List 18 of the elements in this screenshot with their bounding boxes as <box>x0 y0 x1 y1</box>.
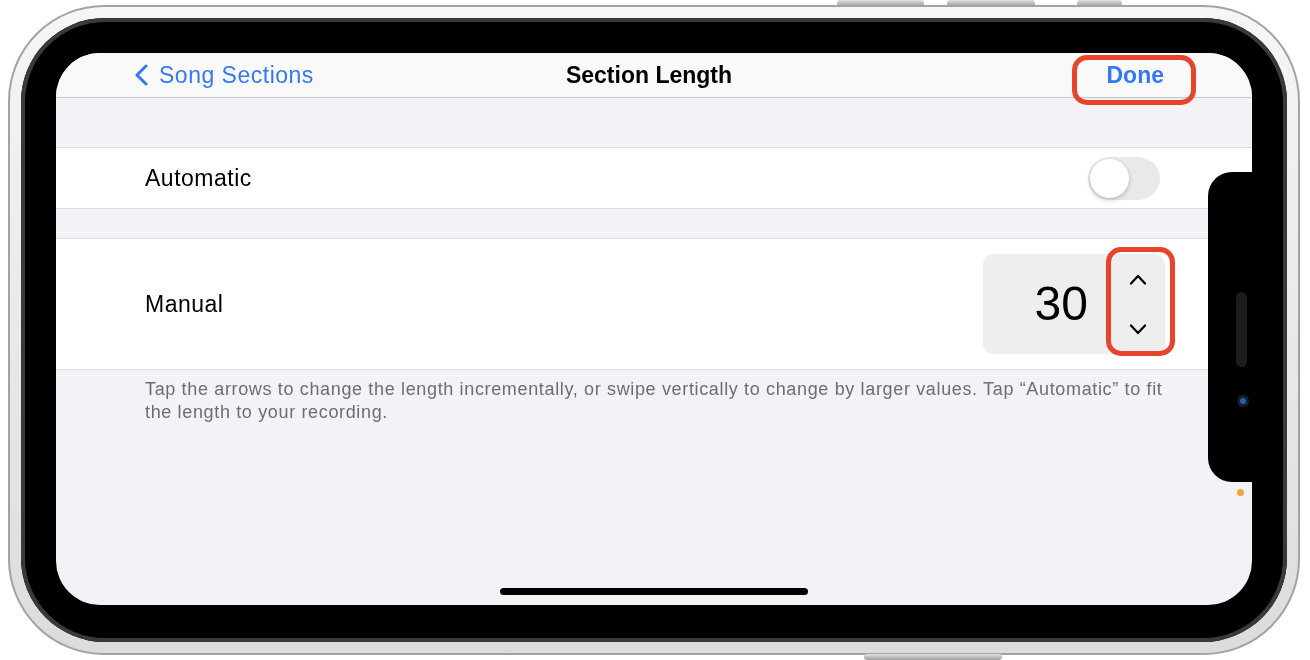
speaker-grille-icon <box>1236 292 1247 367</box>
chevron-down-icon <box>1129 323 1147 335</box>
stepper-control[interactable]: 30 <box>983 254 1165 354</box>
side-button[interactable] <box>1077 0 1122 6</box>
side-button[interactable] <box>947 0 1035 6</box>
setting-label: Automatic <box>145 164 252 192</box>
done-button[interactable]: Done <box>1106 61 1164 89</box>
footer-note: Tap the arrows to change the length incrementally, or swipe vertically to change by larger values. Tap “Automatic” to fit the length to your recording. <box>144 378 1164 424</box>
chevron-up-icon <box>1129 273 1147 285</box>
page-title: Section Length <box>565 61 733 89</box>
toggle-switch[interactable] <box>1088 156 1160 200</box>
side-button[interactable] <box>837 0 924 6</box>
side-button[interactable] <box>864 654 1002 660</box>
chevron-left-icon <box>134 64 148 86</box>
setting-label: Manual <box>145 290 224 318</box>
back-button[interactable]: Song Sections <box>134 61 314 89</box>
stepper-value: 30 <box>1033 276 1089 332</box>
camera-lens-icon <box>1237 394 1249 407</box>
